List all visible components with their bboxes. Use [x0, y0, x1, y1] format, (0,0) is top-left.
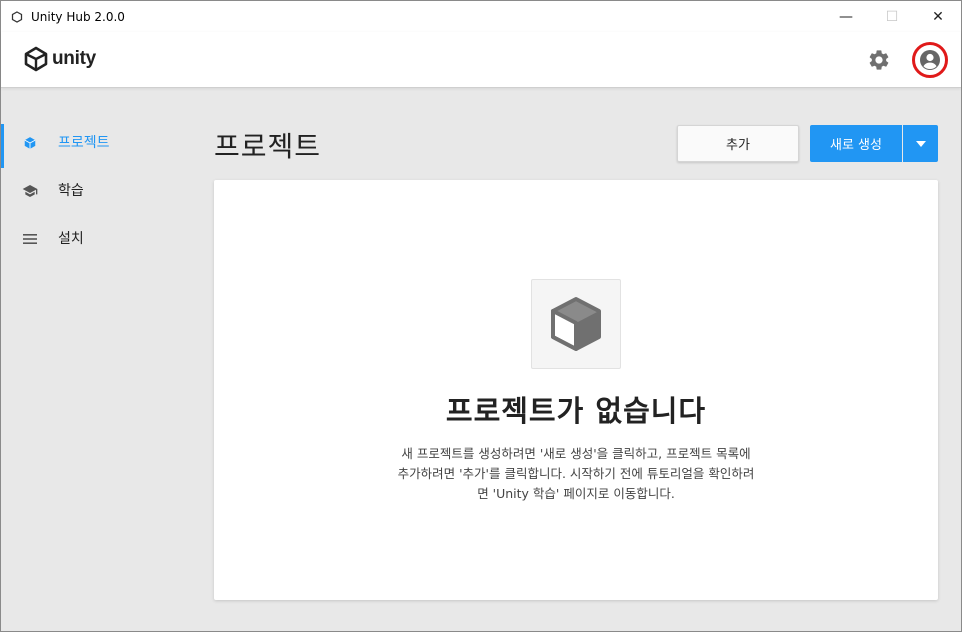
graduation-cap-icon — [21, 182, 38, 199]
app-header: unity — [1, 32, 961, 88]
add-project-button[interactable]: 추가 — [677, 125, 799, 162]
sidebar-item-label: 학습 — [58, 183, 84, 199]
maximize-button[interactable]: ☐ — [869, 1, 915, 32]
new-project-dropdown-button[interactable] — [903, 125, 938, 162]
sidebar-item-learn[interactable]: 학습 — [1, 170, 196, 210]
empty-state-description: 새 프로젝트를 생성하려면 '새로 생성'을 클릭하고, 프로젝트 목록에 추가… — [354, 444, 798, 504]
title-bar: Unity Hub 2.0.0 — ☐ ✕ — [1, 1, 961, 32]
empty-state-illustration — [531, 279, 621, 369]
gear-icon[interactable] — [867, 48, 891, 72]
sidebar-item-label: 프로젝트 — [58, 135, 110, 151]
close-button[interactable]: ✕ — [915, 1, 961, 32]
list-icon — [21, 230, 38, 247]
sidebar-item-label: 설치 — [58, 231, 84, 247]
sidebar-item-projects[interactable]: 프로젝트 — [1, 122, 196, 168]
account-circle-icon — [920, 50, 940, 70]
unity-app-icon — [11, 10, 23, 23]
cube-icon — [551, 297, 601, 351]
sidebar-item-installs[interactable]: 설치 — [1, 218, 196, 258]
window-title: Unity Hub 2.0.0 — [31, 9, 125, 24]
unity-logo-icon — [24, 46, 48, 72]
caret-down-icon — [915, 140, 926, 147]
empty-state-line: 추가하려면 '추가'를 클릭합니다. 시작하기 전에 튜토리얼을 확인하려 — [397, 466, 755, 481]
page-title: 프로젝트 — [214, 130, 322, 163]
logo-text: unity — [52, 48, 96, 69]
sidebar: 프로젝트 학습 설치 — [1, 89, 196, 632]
cube-icon — [21, 134, 38, 151]
new-project-button[interactable]: 새로 생성 — [810, 125, 902, 162]
unity-logo: unity — [23, 46, 96, 72]
empty-state-line: 새 프로젝트를 생성하려면 '새로 생성'을 클릭하고, 프로젝트 목록에 — [401, 446, 751, 461]
empty-state-line: 면 'Unity 학습' 페이지로 이동합니다. — [477, 486, 675, 501]
minimize-button[interactable]: — — [823, 1, 869, 32]
projects-panel: 프로젝트가 없습니다 새 프로젝트를 생성하려면 '새로 생성'을 클릭하고, … — [214, 180, 938, 600]
window-controls: — ☐ ✕ — [823, 1, 961, 32]
account-button[interactable] — [912, 42, 948, 78]
empty-state-title: 프로젝트가 없습니다 — [445, 394, 707, 428]
